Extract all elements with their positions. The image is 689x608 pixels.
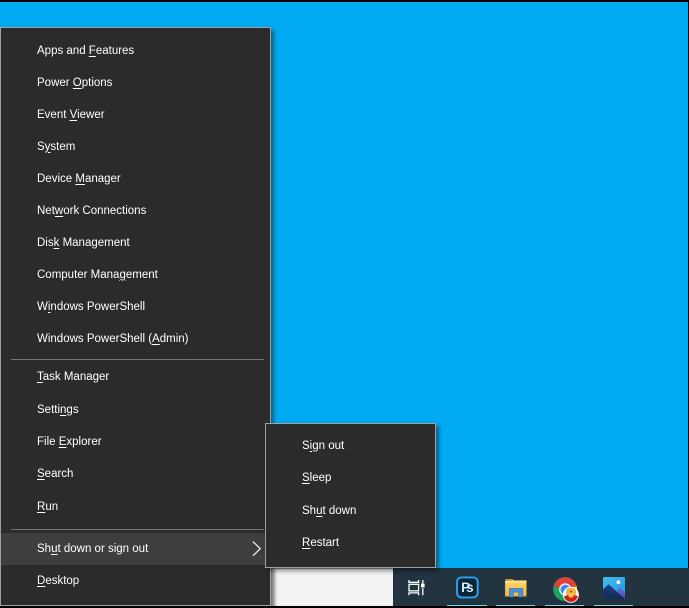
svg-text:Ps: Ps	[461, 580, 474, 595]
